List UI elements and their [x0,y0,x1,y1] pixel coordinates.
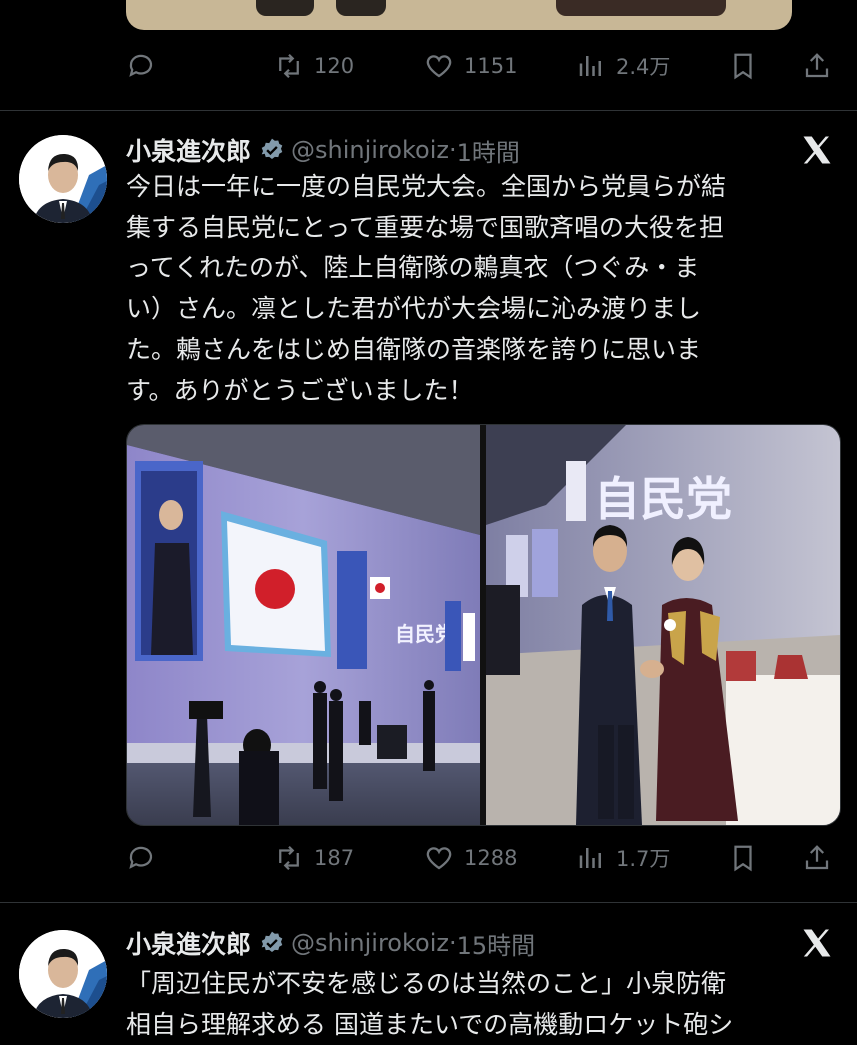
tweet-header: 小泉進次郎 @shinjirokoiz · 15時間 [126,926,535,960]
like-count: 1151 [464,54,518,78]
author-handle[interactable]: @shinjirokoiz [291,929,449,957]
bookmark-button[interactable] [728,838,758,878]
like-button[interactable]: 1151 [424,46,517,86]
reply-icon [129,54,153,77]
heart-icon [426,55,452,78]
post-time[interactable]: 1時間 [457,133,520,168]
previous-tweet-image[interactable] [126,0,792,30]
profile-photo [19,930,107,1018]
view-count: 2.4万 [616,55,671,79]
repost-button[interactable]: 120 [274,46,354,86]
verified-badge-icon [261,138,283,159]
bookmark-button[interactable] [728,46,758,86]
avatar[interactable] [19,930,107,1018]
tweet-text: 「周辺住民が不安を感じるのは当然のこと」小泉防衛 相自ら理解求める 国道またいで… [126,969,734,1039]
repost-icon [279,845,299,871]
x-logo-icon [803,929,831,957]
views-button[interactable]: 1.7万 [576,838,670,878]
repost-count: 120 [314,54,355,78]
repost-button[interactable]: 187 [274,838,354,878]
stage-photo-graphic: 自民党 [127,425,480,825]
tweet-text: 今日は一年に一度の自民党大会。全国から党員らが結 集する自民党にとって重要な場で… [126,172,727,405]
x-logo-icon [803,136,831,164]
previous-tweet-actions: 120 1151 2.4万 [126,46,836,86]
views-button[interactable]: 2.4万 [576,46,670,86]
photo-portrait[interactable]: 自民党 [486,425,840,825]
author-name[interactable]: 小泉進次郎 [126,132,251,168]
profile-photo [19,135,107,223]
tweet-divider [0,110,857,111]
portrait-photo-graphic: 自民党 [486,425,840,825]
bookmark-icon [734,845,752,872]
heart-icon [426,847,452,870]
like-count: 1288 [464,846,518,870]
views-icon [579,848,601,868]
repost-count: 187 [314,846,355,870]
separator-dot: · [448,929,457,957]
reply-icon [129,846,153,869]
like-button[interactable]: 1288 [424,838,517,878]
share-icon [805,53,829,78]
author-handle[interactable]: @shinjirokoiz [291,136,449,164]
tweet-header: 小泉進次郎 @shinjirokoiz · 1時間 [126,133,520,167]
photo-banner-text: 自民党 [594,472,732,526]
separator-dot: · [448,136,457,164]
author-name[interactable]: 小泉進次郎 [126,925,251,961]
photo-stage[interactable]: 自民党 [127,425,480,825]
views-icon [579,56,601,76]
tweet-divider [0,902,857,903]
share-icon [805,845,829,870]
tweet-actions: 187 1288 1.7万 [126,838,836,878]
view-count: 1.7万 [616,847,671,871]
verified-badge-icon [261,931,283,952]
reply-button[interactable] [126,838,156,878]
avatar[interactable] [19,135,107,223]
post-time[interactable]: 15時間 [457,926,536,961]
reply-button[interactable] [126,46,156,86]
bookmark-icon [734,53,752,80]
share-button[interactable] [802,46,832,86]
share-button[interactable] [802,838,832,878]
repost-icon [279,53,299,79]
tweet-media: 自民党 自民党 [126,424,841,826]
